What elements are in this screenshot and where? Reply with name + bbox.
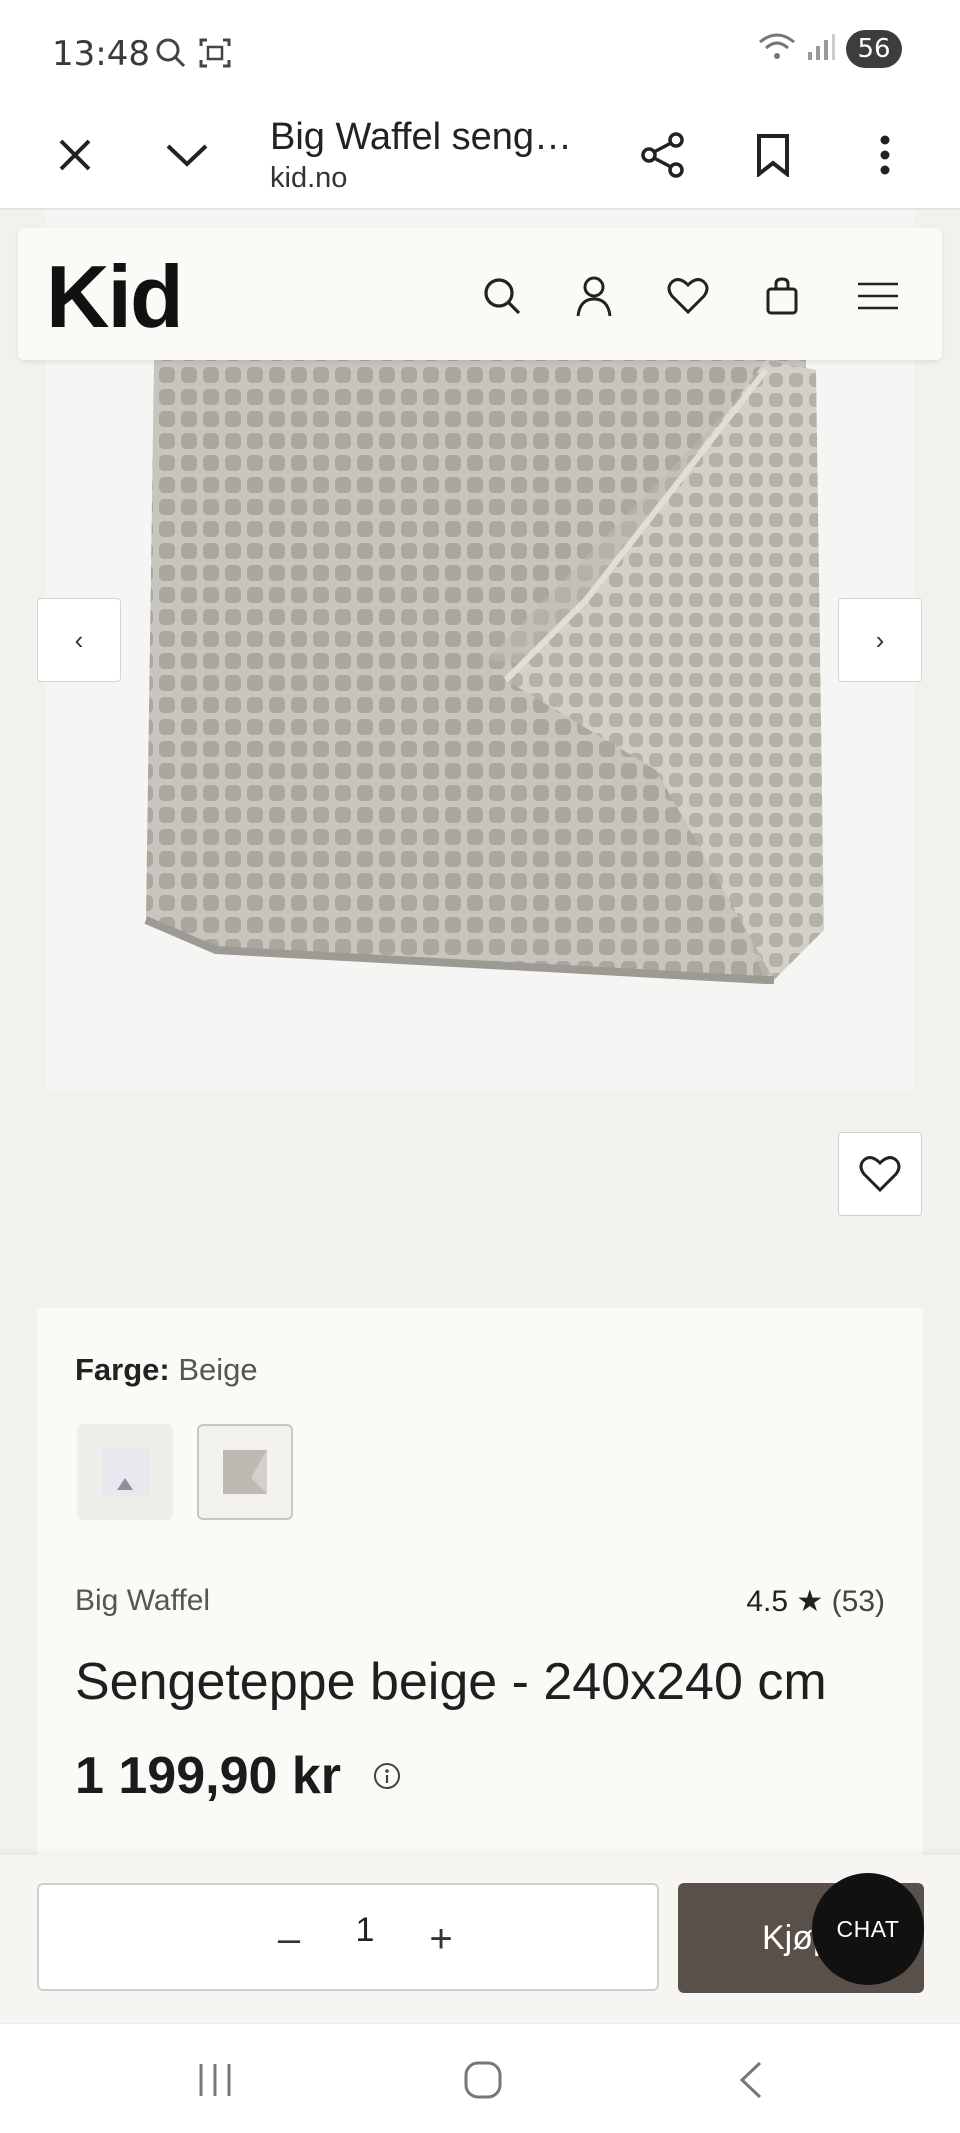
page-url[interactable]: kid.no — [270, 162, 347, 195]
heart-icon — [859, 1156, 901, 1193]
search-icon[interactable] — [474, 268, 530, 324]
quantity-increase-button[interactable]: + — [411, 1909, 471, 1969]
cart-bag-icon[interactable] — [754, 268, 810, 324]
product-info-card: Farge: Beige Big Waffel 4.5 ★ (53) Senge… — [37, 1308, 923, 1855]
page-title[interactable]: Big Waffel seng… — [270, 116, 590, 159]
star-icon: ★ — [796, 1585, 824, 1618]
color-swatch-white[interactable] — [77, 1424, 173, 1520]
product-price: 1 199,90 kr — [75, 1747, 342, 1805]
status-bar: 13:48 56 — [0, 0, 960, 104]
color-swatch-beige[interactable] — [197, 1424, 293, 1520]
bookmark-icon[interactable] — [738, 120, 808, 190]
quantity-decrease-button[interactable]: – — [259, 1909, 319, 1969]
search-icon — [154, 36, 188, 75]
browser-toolbar: Big Waffel seng… kid.no — [0, 104, 960, 210]
battery-indicator: 56 — [846, 30, 902, 68]
color-selector-label: Farge: Beige — [75, 1352, 258, 1388]
color-value: Beige — [178, 1352, 258, 1387]
system-nav-bar — [0, 2023, 960, 2133]
rating-value: 4.5 — [746, 1585, 789, 1618]
add-to-wishlist-button[interactable] — [838, 1132, 922, 1216]
recent-apps-icon[interactable] — [180, 2050, 250, 2110]
gallery-next-button[interactable]: › — [838, 598, 922, 682]
account-icon[interactable] — [566, 268, 622, 324]
close-icon[interactable] — [40, 120, 110, 190]
home-icon[interactable] — [448, 2050, 518, 2110]
quantity-stepper: – 1 + — [37, 1883, 659, 1991]
kid-logo[interactable]: Kid — [46, 246, 184, 348]
share-icon[interactable] — [628, 120, 698, 190]
rating-count: (53) — [831, 1585, 885, 1618]
wishlist-heart-icon[interactable] — [660, 268, 716, 324]
gallery-prev-button[interactable]: ‹ — [37, 598, 121, 682]
quantity-value: 1 — [355, 1911, 375, 1949]
site-header: Kid — [18, 228, 942, 360]
back-icon[interactable] — [716, 2050, 786, 2110]
color-label: Farge: — [75, 1352, 170, 1387]
menu-icon[interactable] — [850, 268, 906, 324]
info-icon[interactable] — [373, 1762, 401, 1795]
screenshot-icon — [198, 36, 232, 75]
buy-bar: – 1 + Kjøp CHAT — [0, 1855, 960, 2023]
chevron-down-icon[interactable] — [152, 120, 222, 190]
signal-icon — [806, 32, 836, 67]
web-page: Kid ‹ › Farge: Beige Big Waffel 4.5 ★ (5… — [0, 210, 960, 1855]
product-title: Sengeteppe beige - 240x240 cm — [75, 1653, 827, 1711]
status-time: 13:48 — [52, 34, 150, 74]
chat-button[interactable]: CHAT — [812, 1873, 924, 1985]
product-rating[interactable]: 4.5 ★ (53) — [746, 1584, 885, 1619]
product-brand[interactable]: Big Waffel — [75, 1584, 210, 1618]
more-options-icon[interactable] — [850, 120, 920, 190]
wifi-icon — [758, 32, 796, 67]
